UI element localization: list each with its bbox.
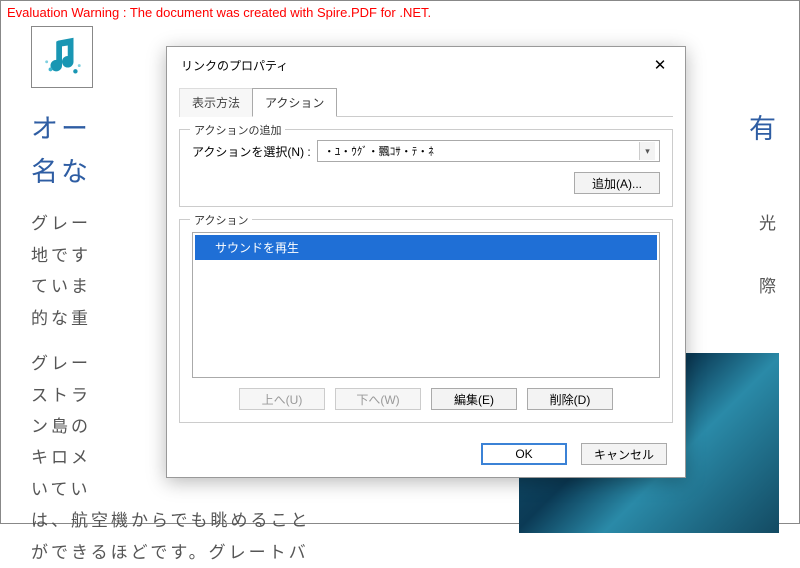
action-item-play-sound[interactable]: サウンドを再生 <box>195 235 657 260</box>
music-note-icon <box>39 33 85 82</box>
close-icon: ✕ <box>654 56 667 74</box>
actions-list-group: アクション サウンドを再生 上へ(U) 下へ(W) 編集(E) 削除(D) <box>179 219 673 423</box>
dialog-tabs: 表示方法 アクション <box>179 87 673 117</box>
move-up-button: 上へ(U) <box>239 388 325 410</box>
ok-button[interactable]: OK <box>481 443 567 465</box>
tab-actions[interactable]: アクション <box>252 88 337 117</box>
add-action-legend: アクションの追加 <box>190 122 285 138</box>
dialog-footer: OK キャンセル <box>167 433 685 477</box>
actions-listbox[interactable]: サウンドを再生 <box>192 232 660 378</box>
evaluation-warning: Evaluation Warning : The document was cr… <box>1 1 799 24</box>
select-action-label: アクションを選択(N) : <box>192 143 311 160</box>
cancel-button[interactable]: キャンセル <box>581 443 667 465</box>
dialog-titlebar: リンクのプロパティ ✕ <box>167 47 685 83</box>
link-properties-dialog: リンクのプロパティ ✕ 表示方法 アクション アクションの追加 アクションを選択… <box>166 46 686 478</box>
select-action-dropdown[interactable]: ・ﾕ・ｳｸﾞ・飄ｺｻ・ﾃ・ﾈ ▾ <box>317 140 660 162</box>
actions-list-legend: アクション <box>190 212 252 228</box>
delete-button[interactable]: 削除(D) <box>527 388 613 410</box>
edit-button[interactable]: 編集(E) <box>431 388 517 410</box>
chevron-down-icon: ▾ <box>639 142 655 160</box>
select-action-value: ・ﾕ・ｳｸﾞ・飄ｺｻ・ﾃ・ﾈ <box>324 143 434 159</box>
add-action-group: アクションの追加 アクションを選択(N) : ・ﾕ・ｳｸﾞ・飄ｺｻ・ﾃ・ﾈ ▾ … <box>179 129 673 207</box>
music-icon-box <box>31 26 93 88</box>
dialog-title: リンクのプロパティ <box>181 57 288 74</box>
close-button[interactable]: ✕ <box>645 55 675 75</box>
tab-display-method[interactable]: 表示方法 <box>179 88 253 117</box>
add-button[interactable]: 追加(A)... <box>574 172 660 194</box>
move-down-button: 下へ(W) <box>335 388 421 410</box>
